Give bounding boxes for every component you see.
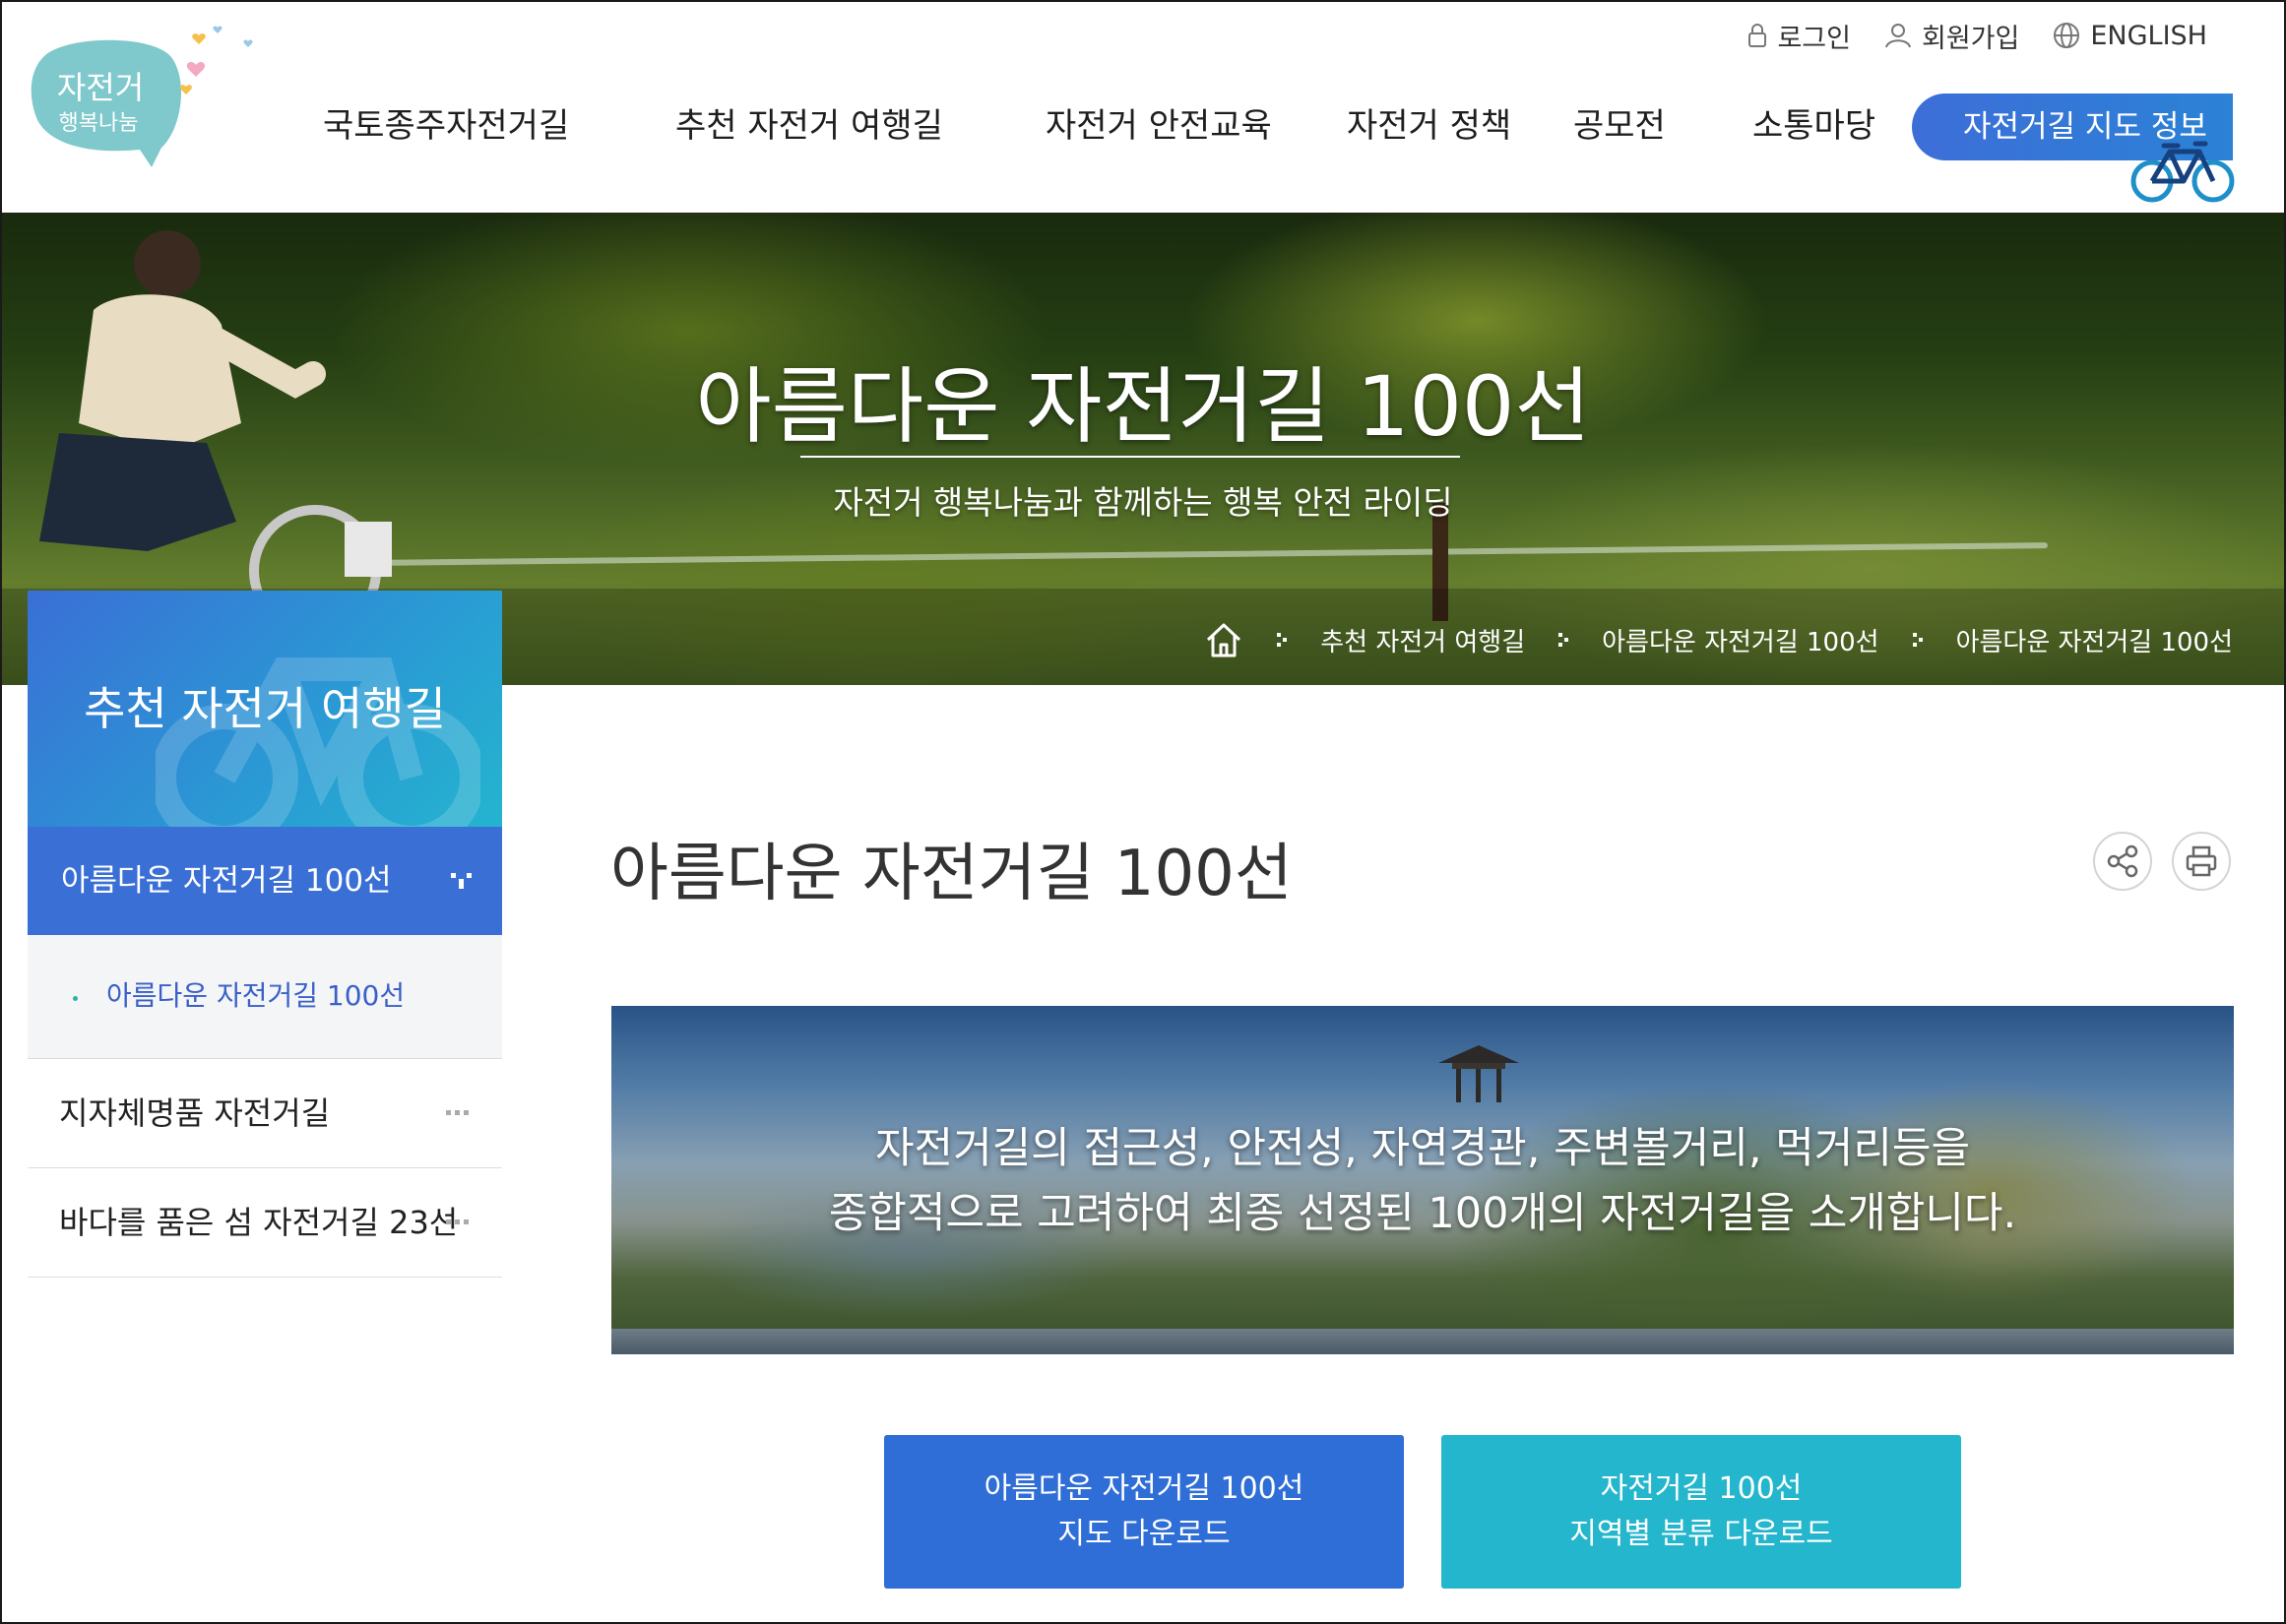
nav-contest[interactable]: 공모전 (1573, 96, 1666, 156)
main-navigation: 국토종주자전거길 추천 자전거 여행길 자전거 안전교육 자전거 정책 공모전 … (323, 96, 2056, 156)
logo-text-2: 행복나눔 (59, 111, 139, 136)
breadcrumb-item-recommended[interactable]: 추천 자전거 여행길 (1320, 622, 1525, 658)
hero-divider (800, 456, 1460, 458)
sidebar-title: 추천 자전거 여행길 (84, 682, 446, 735)
sidebar-item-island-routes[interactable]: 바다를 품은 섬 자전거길 23선 (28, 1168, 502, 1278)
page-title: 아름다운 자전거길 100선 (610, 838, 1293, 910)
intro-text: 자전거길의 접근성, 안전성, 자연경관, 주변볼거리, 먹거리등을 종합적으로… (611, 1116, 2234, 1246)
person-icon (1885, 24, 1911, 48)
sidebar-subitem-100-routes[interactable]: 아름다운 자전거길 100선 (106, 974, 405, 1014)
map-download-button[interactable]: 아름다운 자전거길 100선 지도 다운로드 (884, 1435, 1404, 1589)
region-download-button[interactable]: 자전거길 100선 지역별 분류 다운로드 (1441, 1435, 1961, 1589)
intro-line-1: 자전거길의 접근성, 안전성, 자연경관, 주변볼거리, 먹거리등을 (874, 1124, 1970, 1173)
hero-subtitle: 자전거 행복나눔과 함께하는 행복 안전 라이딩 (833, 483, 1453, 522)
sidebar-item-local-routes[interactable]: 지자체명품 자전거길 (28, 1059, 502, 1168)
share-icon (2107, 844, 2138, 878)
map-download-line-1: 아름다운 자전거길 100선 (984, 1471, 1304, 1506)
home-icon[interactable] (1204, 620, 1243, 659)
breadcrumb-separator (1558, 633, 1569, 647)
breadcrumb-item-100-routes[interactable]: 아름다운 자전거길 100선 (1602, 622, 1878, 658)
breadcrumb: 추천 자전거 여행길 아름다운 자전거길 100선 아름다운 자전거길 100선 (1204, 616, 2233, 663)
breadcrumb-separator (1912, 633, 1923, 647)
share-button[interactable] (2093, 832, 2152, 891)
nav-safety-education[interactable]: 자전거 안전교육 (1046, 96, 1272, 156)
globe-icon (2054, 23, 2080, 48)
login-label: 로그인 (1777, 23, 1851, 54)
nav-recommended-route[interactable]: 추천 자전거 여행길 (675, 96, 943, 156)
side-navigation: 추천 자전거 여행길 아름다운 자전거길 100선 아름다운 자전거길 100선… (28, 591, 502, 1278)
sidebar-item-100-routes[interactable]: 아름다운 자전거길 100선 (28, 827, 502, 935)
nav-national-route[interactable]: 국토종주자전거길 (323, 96, 569, 156)
english-link[interactable]: ENGLISH (2053, 21, 2207, 51)
site-logo[interactable]: 자전거 행복나눔 (24, 22, 260, 179)
pavilion-image (1438, 1045, 1519, 1102)
nav-community[interactable]: 소통마당 (1752, 96, 1875, 156)
sidebar-item-label: 바다를 품은 섬 자전거길 23선 (59, 1204, 459, 1241)
intro-banner: 자전거길의 접근성, 안전성, 자연경관, 주변볼거리, 먹거리등을 종합적으로… (611, 1006, 2234, 1354)
sidebar-submenu: 아름다운 자전거길 100선 (28, 935, 502, 1059)
breadcrumb-separator (1277, 633, 1288, 647)
sidebar-item-label: 지자체명품 자전거길 (59, 1094, 331, 1132)
english-label: ENGLISH (2090, 20, 2207, 51)
printer-icon (2186, 845, 2217, 877)
more-dots-icon (446, 1110, 469, 1115)
nav-bicycle-policy[interactable]: 자전거 정책 (1347, 96, 1511, 156)
signup-label: 회원가입 (1921, 23, 2020, 54)
map-download-line-2: 지도 다운로드 (1057, 1517, 1231, 1551)
signup-link[interactable]: 회원가입 (1884, 17, 2019, 55)
login-link[interactable]: 로그인 (1747, 17, 1851, 55)
more-dots-icon (446, 1219, 469, 1224)
expand-dots-icon (451, 873, 473, 889)
breadcrumb-item-current[interactable]: 아름다운 자전거길 100선 (1956, 622, 2233, 658)
hero-title: 아름다운 자전거길 100선 (695, 358, 1591, 455)
region-download-line-1: 자전거길 100선 (1600, 1471, 1803, 1506)
utility-links: 로그인 회원가입 ENGLISH (1747, 16, 2207, 55)
bicycle-icon (2130, 141, 2235, 203)
bullet-icon (73, 996, 78, 1001)
region-download-line-2: 지역별 분류 다운로드 (1569, 1517, 1833, 1551)
print-button[interactable] (2172, 832, 2231, 891)
intro-line-2: 종합적으로 고려하여 최종 선정된 100개의 자전거길을 소개합니다. (828, 1189, 2017, 1238)
sidebar-item-label: 아름다운 자전거길 100선 (61, 863, 392, 899)
sidebar-header: 추천 자전거 여행길 (28, 591, 502, 827)
logo-text-1: 자전거 (57, 69, 144, 106)
lock-icon (1748, 24, 1767, 47)
